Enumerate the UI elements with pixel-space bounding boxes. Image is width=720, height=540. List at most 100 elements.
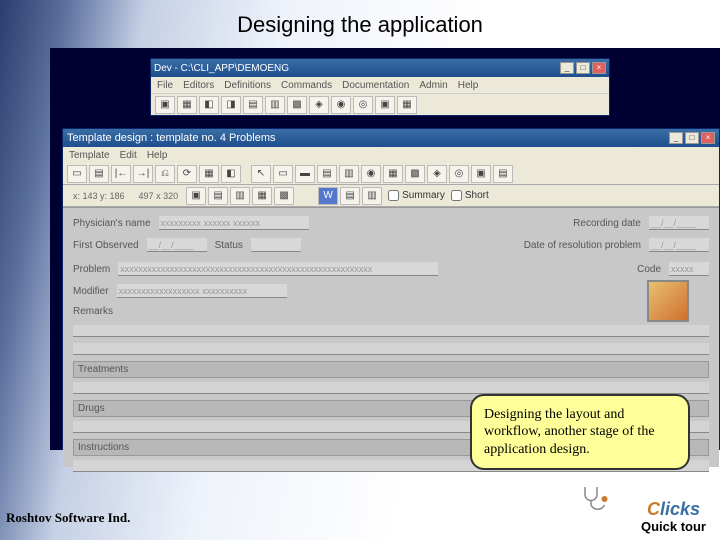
menu-commands[interactable]: Commands xyxy=(281,80,332,91)
problem-label: Problem xyxy=(73,264,110,275)
tool-icon[interactable]: W xyxy=(318,187,338,205)
close-button[interactable]: × xyxy=(701,132,715,144)
remarks-label: Remarks xyxy=(73,306,113,317)
resolution-date-label: Date of resolution problem xyxy=(524,240,641,251)
tool-icon[interactable]: |← xyxy=(111,165,131,183)
remarks-line[interactable] xyxy=(73,343,709,355)
status-label: Status xyxy=(215,240,243,251)
code-field[interactable]: xxxxx xyxy=(669,262,709,276)
coord-xy: x: 143 y: 186 xyxy=(73,191,125,201)
tool-icon[interactable]: ▤ xyxy=(317,165,337,183)
stethoscope-icon xyxy=(578,484,610,514)
pointer-icon[interactable]: ↖ xyxy=(251,165,271,183)
image-placeholder-icon[interactable] xyxy=(647,280,689,322)
menu-editors[interactable]: Editors xyxy=(183,80,214,91)
tool-icon[interactable]: ▥ xyxy=(265,96,285,114)
menu-admin[interactable]: Admin xyxy=(419,80,447,91)
tool-icon[interactable]: ▣ xyxy=(186,187,206,205)
maximize-button[interactable]: □ xyxy=(576,62,590,74)
template-window-controls: _ □ × xyxy=(669,132,715,144)
template-menubar: Template Edit Help xyxy=(63,147,719,163)
dev-window-controls: _ □ × xyxy=(560,62,606,74)
tool-icon[interactable]: ◈ xyxy=(427,165,447,183)
modifier-field[interactable]: xxxxxxxxxxxxxxxxxx xxxxxxxxxx xyxy=(117,284,287,298)
tool-icon[interactable]: ▦ xyxy=(177,96,197,114)
minimize-button[interactable]: _ xyxy=(560,62,574,74)
resolution-date-field[interactable]: __/__/____ xyxy=(649,238,709,252)
code-label: Code xyxy=(637,264,661,275)
maximize-button[interactable]: □ xyxy=(685,132,699,144)
dev-window: Dev - C:\CLI_APP\DEMOENG _ □ × File Edit… xyxy=(150,58,610,116)
menu-file[interactable]: File xyxy=(157,80,173,91)
tool-icon[interactable]: ▦ xyxy=(383,165,403,183)
tool-icon[interactable]: ▥ xyxy=(230,187,250,205)
problem-field[interactable]: xxxxxxxxxxxxxxxxxxxxxxxxxxxxxxxxxxxxxxxx… xyxy=(118,262,438,276)
tool-icon[interactable]: ◎ xyxy=(353,96,373,114)
dark-stage: Dev - C:\CLI_APP\DEMOENG _ □ × File Edit… xyxy=(50,48,720,450)
tool-icon[interactable]: ▤ xyxy=(243,96,263,114)
template-titlebar: Template design : template no. 4 Problem… xyxy=(63,129,719,147)
dev-toolbar: ▣ ▦ ◧ ◨ ▤ ▥ ▩ ◈ ◉ ◎ ▣ ▦ xyxy=(151,93,609,115)
tool-icon[interactable]: ▩ xyxy=(405,165,425,183)
tool-icon[interactable]: ▤ xyxy=(89,165,109,183)
first-observed-field[interactable]: __/__/____ xyxy=(147,238,207,252)
summary-checkbox[interactable]: Summary xyxy=(388,190,445,201)
clicks-logo: Clicks xyxy=(647,499,700,520)
tool-icon[interactable]: ▭ xyxy=(67,165,87,183)
footer-company: Roshtov Software Ind. xyxy=(6,510,130,526)
status-field[interactable] xyxy=(251,238,301,252)
close-button[interactable]: × xyxy=(592,62,606,74)
tool-icon[interactable]: →| xyxy=(133,165,153,183)
callout-note: Designing the layout and workflow, anoth… xyxy=(470,394,690,471)
tool-icon[interactable]: ◨ xyxy=(221,96,241,114)
tool-icon[interactable]: ▤ xyxy=(493,165,513,183)
tool-icon[interactable]: ▣ xyxy=(375,96,395,114)
tool-icon[interactable]: ◉ xyxy=(361,165,381,183)
footer-quick-tour: Quick tour xyxy=(641,519,706,534)
tool-icon[interactable]: ▦ xyxy=(397,96,417,114)
menu-help[interactable]: Help xyxy=(147,150,168,161)
menu-documentation[interactable]: Documentation xyxy=(342,80,409,91)
first-observed-label: First Observed xyxy=(73,240,139,251)
tool-icon[interactable]: ▥ xyxy=(339,165,359,183)
template-toolbar-1: ▭ ▤ |← →| ⎌ ⟳ ▦ ◧ ↖ ▭ ▬ ▤ ▥ ◉ ▦ ▩ ◈ ◎ ▣ xyxy=(63,163,719,185)
minimize-button[interactable]: _ xyxy=(669,132,683,144)
tool-icon[interactable]: ▩ xyxy=(274,187,294,205)
page-title: Designing the application xyxy=(0,12,720,38)
tool-icon[interactable]: ◉ xyxy=(331,96,351,114)
tool-icon[interactable]: ▭ xyxy=(273,165,293,183)
tool-icon[interactable]: ◈ xyxy=(309,96,329,114)
dev-titlebar: Dev - C:\CLI_APP\DEMOENG _ □ × xyxy=(151,59,609,77)
treatments-section[interactable]: Treatments xyxy=(73,361,709,378)
template-title-text: Template design : template no. 4 Problem… xyxy=(67,132,276,144)
tool-icon[interactable]: ▦ xyxy=(199,165,219,183)
coord-size: 497 x 320 xyxy=(139,191,179,201)
menu-definitions[interactable]: Definitions xyxy=(224,80,271,91)
physician-field[interactable]: xxxxxxxxx xxxxxx xxxxxx xyxy=(159,216,309,230)
menu-edit[interactable]: Edit xyxy=(120,150,137,161)
tool-icon[interactable]: ◧ xyxy=(199,96,219,114)
tool-icon[interactable]: ▬ xyxy=(295,165,315,183)
recording-date-label: Recording date xyxy=(573,218,641,229)
tool-icon[interactable]: ▥ xyxy=(362,187,382,205)
tool-icon[interactable]: ▣ xyxy=(471,165,491,183)
modifier-label: Modifier xyxy=(73,286,109,297)
physician-label: Physician's name xyxy=(73,218,151,229)
treatments-line[interactable] xyxy=(73,382,709,394)
remarks-line[interactable] xyxy=(73,325,709,337)
tool-icon[interactable]: ▩ xyxy=(287,96,307,114)
tool-icon[interactable]: ◧ xyxy=(221,165,241,183)
template-toolbar-2: x: 143 y: 186 497 x 320 ▣ ▤ ▥ ▦ ▩ W ▤ ▥ … xyxy=(63,185,719,207)
tool-icon[interactable]: ▤ xyxy=(208,187,228,205)
tool-icon[interactable]: ◎ xyxy=(449,165,469,183)
dev-menubar: File Editors Definitions Commands Docume… xyxy=(151,77,609,93)
short-checkbox[interactable]: Short xyxy=(451,190,489,201)
recording-date-field[interactable]: __/__/____ xyxy=(649,216,709,230)
menu-template[interactable]: Template xyxy=(69,150,110,161)
tool-icon[interactable]: ▣ xyxy=(155,96,175,114)
menu-help[interactable]: Help xyxy=(458,80,479,91)
tool-icon[interactable]: ▤ xyxy=(340,187,360,205)
tool-icon[interactable]: ⟳ xyxy=(177,165,197,183)
tool-icon[interactable]: ⎌ xyxy=(155,165,175,183)
tool-icon[interactable]: ▦ xyxy=(252,187,272,205)
